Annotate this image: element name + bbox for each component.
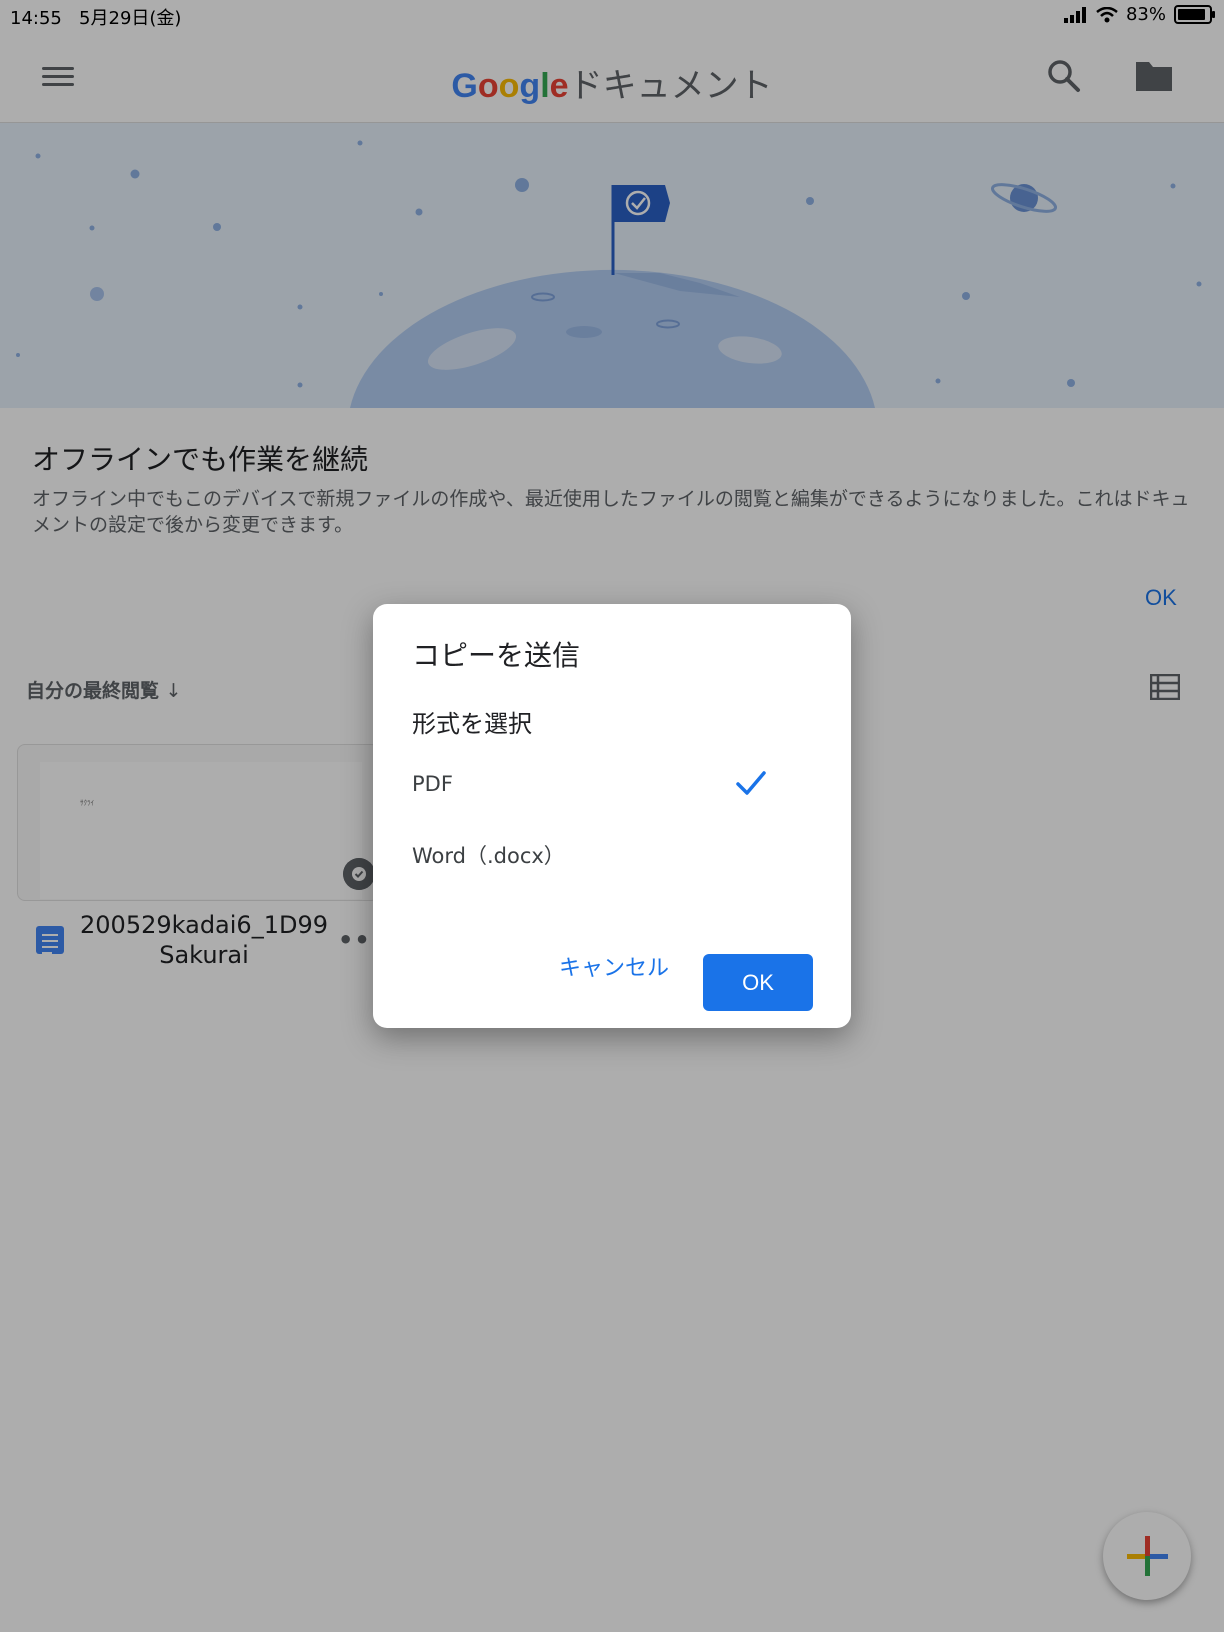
format-option-word[interactable]: Word（.docx）	[412, 840, 812, 870]
send-copy-dialog: コピーを送信 形式を選択 PDF Word（.docx） キャンセル OK	[373, 604, 851, 1028]
dialog-title: コピーを送信	[412, 639, 581, 672]
dialog-subtitle: 形式を選択	[412, 710, 532, 738]
check-icon	[736, 771, 766, 795]
cancel-button[interactable]: キャンセル	[559, 950, 669, 982]
ok-button[interactable]: OK	[703, 954, 813, 1011]
